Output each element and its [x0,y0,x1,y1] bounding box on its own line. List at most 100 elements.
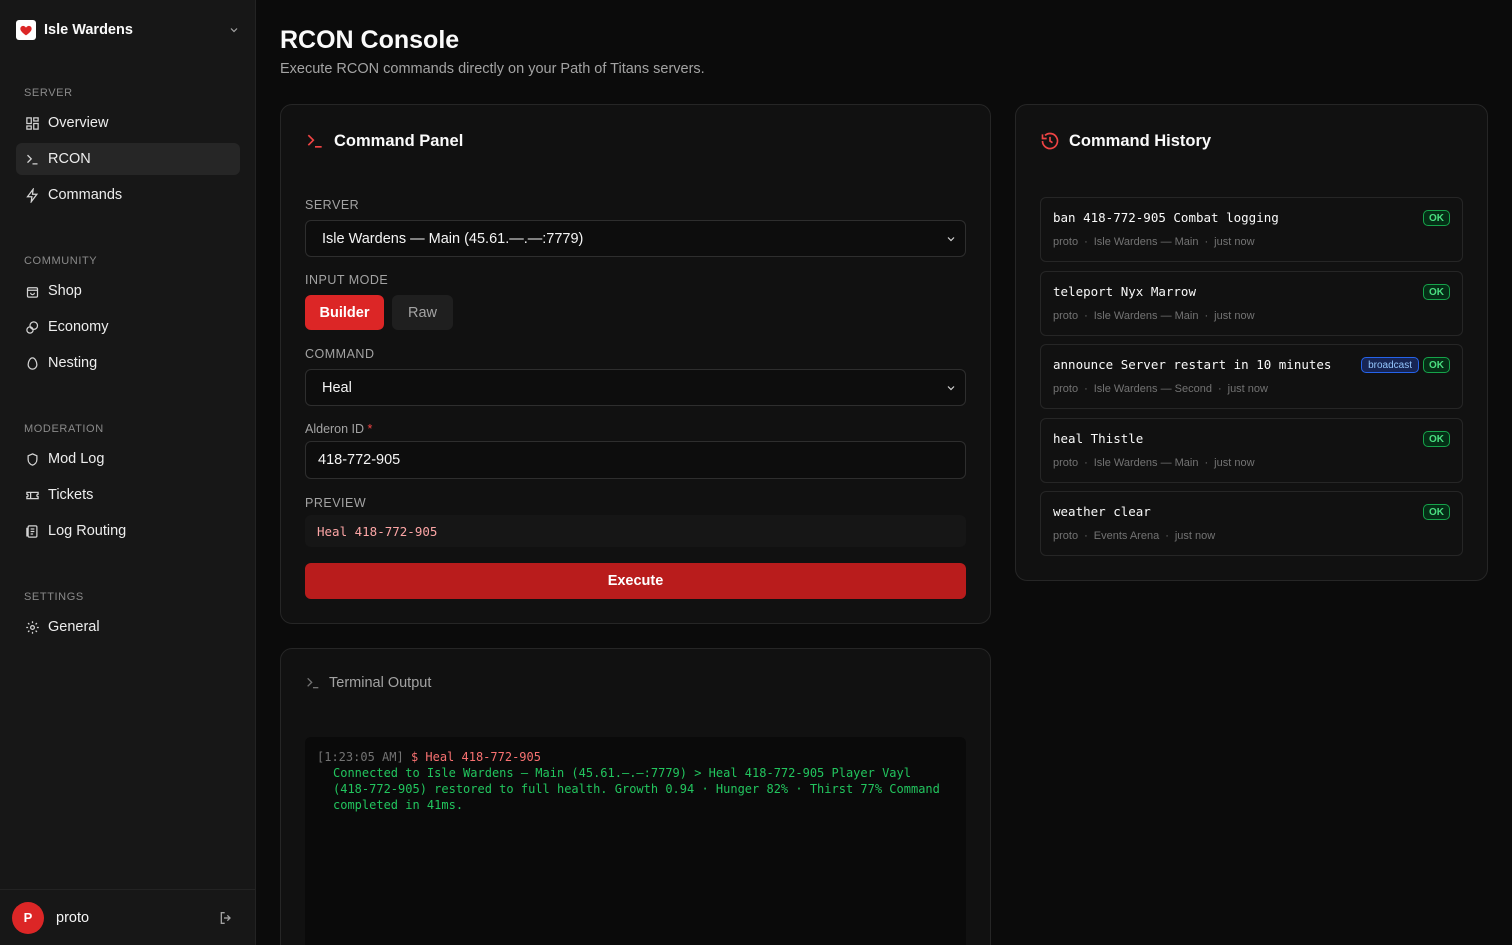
history-server: Isle Wardens — Second [1093,383,1212,395]
sidebar-item-label: Tickets [48,487,94,503]
command-select[interactable]: Heal [305,369,966,406]
terminal-icon [305,675,321,691]
terminal-timestamp: [1:23:05 AM] [317,750,404,764]
raw-mode-button[interactable]: Raw [392,295,453,330]
nav-section-moderation: MODERATION Mod Log Tickets Log Routing [16,423,240,547]
card-title: Command Panel [305,131,463,151]
chevron-down-icon [947,386,955,391]
sidebar-item-general[interactable]: General [16,611,240,643]
meta-separator: · [1204,236,1209,248]
history-item[interactable]: teleport Nyx Marrow OK proto · Isle Wardens … [1040,271,1463,336]
nav-section-community: COMMUNITY Shop Economy Nesting [16,255,240,379]
history-meta: proto · Isle Wardens — Main · just now [1053,310,1255,322]
command-label: COMMAND [305,347,375,361]
alderon-id-input[interactable]: 418-772-905 [305,441,966,479]
card-title: Command History [1040,131,1211,151]
sidebar-item-label: Log Routing [48,523,127,539]
sidebar: Isle Wardens SERVER Overview RCON Comman… [0,0,256,945]
chevron-down-icon [230,28,238,33]
server-select-value: Isle Wardens — Main (45.61.—.—:7779) [322,230,584,247]
history-meta: proto · Events Arena · just now [1053,530,1215,542]
sidebar-item-commands[interactable]: Commands [16,179,240,211]
sidebar-item-rcon[interactable]: RCON [16,143,240,175]
nav-heading: SERVER [24,87,73,99]
history-meta: proto · Isle Wardens — Main · just now [1053,236,1255,248]
status-badge: OK [1423,210,1450,226]
nav-heading: SETTINGS [24,591,84,603]
sidebar-item-overview[interactable]: Overview [16,107,240,139]
input-mode-label: INPUT MODE [305,273,389,287]
user-menu: P proto [0,889,256,945]
history-item[interactable]: announce Server restart in 10 minutes bro… [1040,344,1463,409]
history-server: Isle Wardens — Main [1093,457,1199,469]
sidebar-item-label: Commands [48,187,123,203]
status-badge: OK [1423,284,1450,300]
page-subtitle: Execute RCON commands directly on your P… [280,61,705,77]
builder-mode-button[interactable]: Builder [305,295,384,330]
sidebar-item-label: Economy [48,319,109,335]
status-badge: OK [1423,431,1450,447]
history-server: Isle Wardens — Main [1093,236,1199,248]
history-user: proto [1053,383,1079,395]
brand-logo-icon [16,20,36,40]
history-badges: OK [1423,431,1450,447]
meta-separator: · [1084,383,1088,395]
history-command: teleport Nyx Marrow [1053,284,1196,299]
history-item[interactable]: weather clear OK proto · Events Arena · just n… [1040,491,1463,556]
history-user: proto [1053,236,1079,248]
terminal-output: [1:23:05 AM] $ Heal 418-772-905 Connecte… [305,737,966,945]
command-history-card: Command History ban 418-772-905 Combat l… [1015,104,1488,581]
history-time: just now [1214,310,1255,322]
shield-icon [24,451,40,467]
sidebar-item-label: Mod Log [48,451,105,467]
history-user: proto [1053,310,1079,322]
history-time: just now [1227,383,1268,395]
meta-separator: · [1084,310,1088,322]
broadcast-badge: broadcast [1361,357,1419,373]
sidebar-item-label: Nesting [48,355,98,371]
username: proto [56,909,90,926]
command-panel-card: Command Panel SERVER Isle Wardens — Main… [280,104,991,624]
history-user: proto [1053,530,1079,542]
sidebar-item-shop[interactable]: Shop [16,275,240,307]
server-label: SERVER [305,198,360,212]
card-title-text: Terminal Output [329,675,432,691]
sidebar-item-economy[interactable]: Economy [16,311,240,343]
history-item[interactable]: ban 418-772-905 Combat logging OK proto · Is… [1040,197,1463,262]
gear-icon [24,619,40,635]
execute-button[interactable]: Execute [305,563,966,599]
history-item[interactable]: heal Thistle OK proto · Isle Wardens — Main ·… [1040,418,1463,483]
meta-separator: · [1084,530,1088,542]
sidebar-item-log-routing[interactable]: Log Routing [16,515,240,547]
meta-separator: · [1165,530,1169,542]
status-badge: OK [1423,357,1450,373]
terminal-output-card: Terminal Output [1:23:05 AM] $ Heal 418-… [280,648,991,945]
log-icon [24,523,40,539]
required-mark: * [367,422,373,436]
history-badges: broadcast OK [1361,357,1450,373]
sidebar-item-nesting[interactable]: Nesting [16,347,240,379]
history-server: Isle Wardens — Main [1093,310,1199,322]
command-preview: Heal 418-772-905 [305,515,966,547]
preview-label: PREVIEW [305,496,367,510]
card-title: Terminal Output [305,675,431,691]
history-command: ban 418-772-905 Combat logging [1053,210,1279,225]
logout-icon[interactable] [218,910,234,926]
bolt-icon [24,187,40,203]
alderon-id-label: Alderon ID * [305,422,372,436]
page-title: RCON Console [280,26,460,54]
nav-section-settings: SETTINGS General [16,591,240,643]
avatar[interactable]: P [12,901,44,934]
history-badges: OK [1423,210,1450,226]
nav-heading: MODERATION [24,423,104,435]
sidebar-item-tickets[interactable]: Tickets [16,479,240,511]
history-command: weather clear [1053,504,1151,519]
grid-icon [24,115,40,131]
workspace-switcher[interactable]: Isle Wardens [16,20,240,40]
terminal-command: $ Heal 418-772-905 [410,750,541,764]
server-select[interactable]: Isle Wardens — Main (45.61.—.—:7779) [305,220,966,257]
terminal-icon [24,151,40,167]
sidebar-item-mod-log[interactable]: Mod Log [16,443,240,475]
history-badges: OK [1423,284,1450,300]
meta-separator: · [1204,310,1209,322]
